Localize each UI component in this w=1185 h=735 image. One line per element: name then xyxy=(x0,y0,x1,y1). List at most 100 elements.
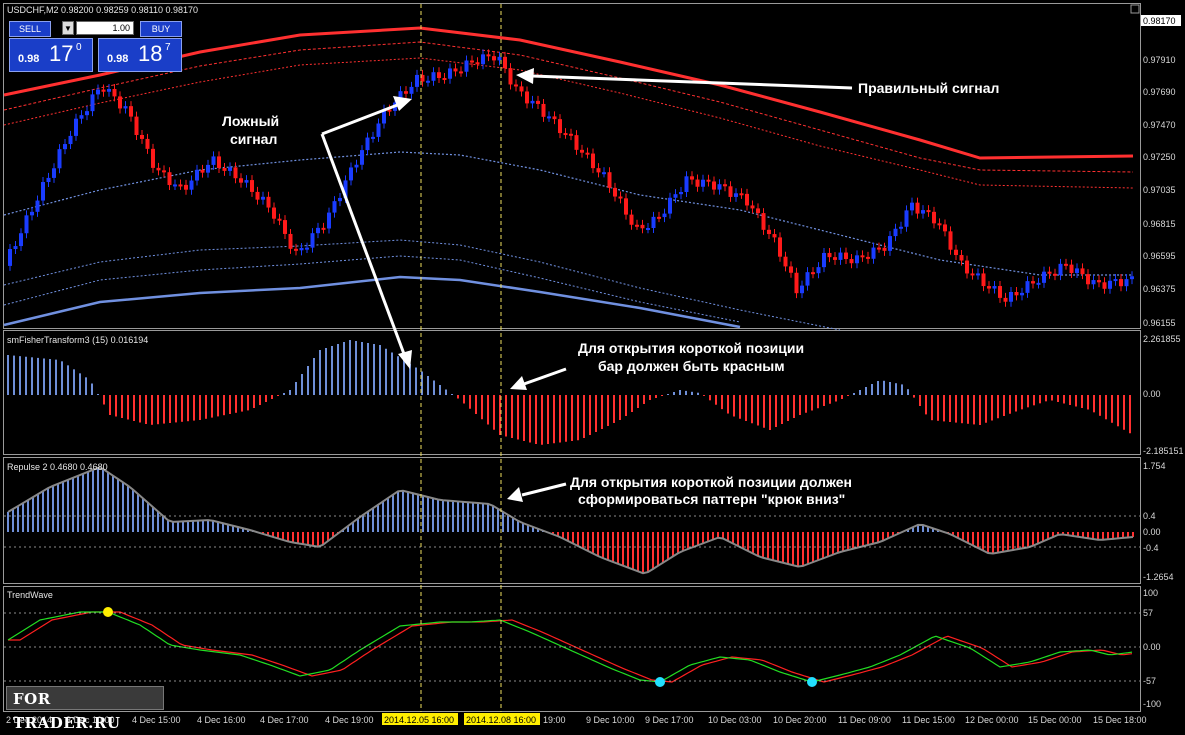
candle-body xyxy=(745,193,749,206)
candle-body xyxy=(239,178,243,183)
candle-body xyxy=(778,237,782,257)
time-label: 15 Dec 00:00 xyxy=(1028,715,1082,725)
middle-band xyxy=(3,151,1133,276)
candle-body xyxy=(679,192,683,195)
candle-body xyxy=(541,103,546,117)
sell-quote-pips: 17 xyxy=(49,41,74,66)
candle-body xyxy=(761,213,766,230)
candle-body xyxy=(822,252,826,268)
candle-body xyxy=(904,210,909,227)
buy-quote[interactable]: 0.98 18 7 xyxy=(98,38,182,72)
candle-body xyxy=(888,236,892,251)
candle-body xyxy=(156,167,161,171)
lot-size-input[interactable]: 1.00 xyxy=(76,21,134,35)
candle-body xyxy=(371,136,375,139)
candle-body xyxy=(525,91,529,104)
trend-dot-cyan-2 xyxy=(807,677,817,687)
candle-body xyxy=(794,272,799,294)
candle-body xyxy=(574,135,579,150)
candle-body xyxy=(63,144,67,150)
note-repulse-1: Для открытия короткой позиции должен xyxy=(570,474,852,490)
candle-body xyxy=(140,134,144,139)
candle-body xyxy=(35,200,40,212)
candle-body xyxy=(195,169,199,181)
candle-body xyxy=(310,233,315,248)
candle-body xyxy=(811,272,815,275)
candle-body xyxy=(646,227,650,230)
candle-body xyxy=(585,152,590,155)
candle-body xyxy=(1108,280,1112,289)
sell-quote[interactable]: 0.98 17 0 xyxy=(9,38,93,72)
candle-body xyxy=(992,286,997,289)
candle-body xyxy=(855,255,859,264)
repulse-max: 1.754 xyxy=(1143,461,1166,471)
lot-dropdown-arrow[interactable]: ▼ xyxy=(62,21,74,35)
candle-body xyxy=(1102,282,1107,289)
candle-body xyxy=(783,256,788,267)
candle-body xyxy=(134,116,139,135)
buy-button[interactable]: BUY xyxy=(140,21,182,37)
candle-body xyxy=(756,208,760,214)
candle-body xyxy=(1042,271,1046,283)
candle-body xyxy=(926,210,931,213)
candle-body xyxy=(629,214,634,225)
candle-body xyxy=(90,94,95,112)
candle-body xyxy=(52,168,56,178)
candle-body xyxy=(662,213,667,218)
candle-body xyxy=(79,115,84,119)
candle-body xyxy=(717,184,722,190)
time-label: 10 Dec 03:00 xyxy=(708,715,762,725)
candle-body xyxy=(30,211,34,216)
candle-body xyxy=(734,193,738,197)
candle-body xyxy=(101,89,106,92)
candle-body xyxy=(844,252,848,260)
candle-body xyxy=(1014,292,1019,296)
candle-body xyxy=(228,167,232,171)
fisher-max: 2.261855 xyxy=(1143,334,1181,344)
candle-body xyxy=(349,167,353,181)
candle-body xyxy=(690,176,694,180)
trend-m57: -57 xyxy=(1143,676,1156,686)
candle-body xyxy=(976,273,980,276)
price-tick-label: 0.97250 xyxy=(1143,152,1176,162)
price-tick-label: 0.97910 xyxy=(1143,55,1176,65)
candle-body xyxy=(266,196,271,208)
chart-close-box[interactable] xyxy=(1130,4,1140,14)
trendwave-title: TrendWave xyxy=(7,590,53,600)
candle-body xyxy=(272,207,276,219)
candle-body xyxy=(706,179,711,182)
candle-body xyxy=(24,215,29,234)
buy-quote-big: 0.98 xyxy=(107,53,129,65)
candle-body xyxy=(1097,280,1101,283)
price-axis: 0.97910 0.97690 0.97470 0.97250 0.97035 0.968… xyxy=(1143,55,1176,328)
candle-body xyxy=(250,180,254,192)
candle-body xyxy=(1064,263,1068,266)
candle-body xyxy=(57,149,62,169)
candle-body xyxy=(866,256,870,259)
price-tick-label: 0.96155 xyxy=(1143,318,1176,328)
candle-body xyxy=(899,226,903,229)
candle-body xyxy=(1025,281,1030,293)
candle-body xyxy=(1124,279,1129,287)
candle-body xyxy=(492,56,496,61)
note-fisher-1: Для открытия короткой позиции xyxy=(578,340,804,356)
fisher-histogram xyxy=(7,340,1131,445)
candle-body xyxy=(530,100,535,104)
candle-body xyxy=(327,212,331,229)
note-correct-signal: Правильный сигнал xyxy=(858,80,999,96)
candle-body xyxy=(1113,279,1118,282)
candle-body xyxy=(173,184,177,187)
trend-57: 57 xyxy=(1143,608,1153,618)
candle-body xyxy=(1031,281,1035,284)
price-tick-label: 0.96595 xyxy=(1143,251,1176,261)
candle-body xyxy=(162,170,166,173)
time-label: 12 Dec 00:00 xyxy=(965,715,1019,725)
sell-button[interactable]: SELL xyxy=(9,21,51,37)
candle-body xyxy=(767,229,771,235)
candle-body xyxy=(206,164,210,173)
candle-body xyxy=(1047,271,1052,274)
candle-body xyxy=(178,184,183,187)
candle-body xyxy=(838,252,843,260)
candle-body xyxy=(552,116,557,120)
time-label: 10 Dec 20:00 xyxy=(773,715,827,725)
